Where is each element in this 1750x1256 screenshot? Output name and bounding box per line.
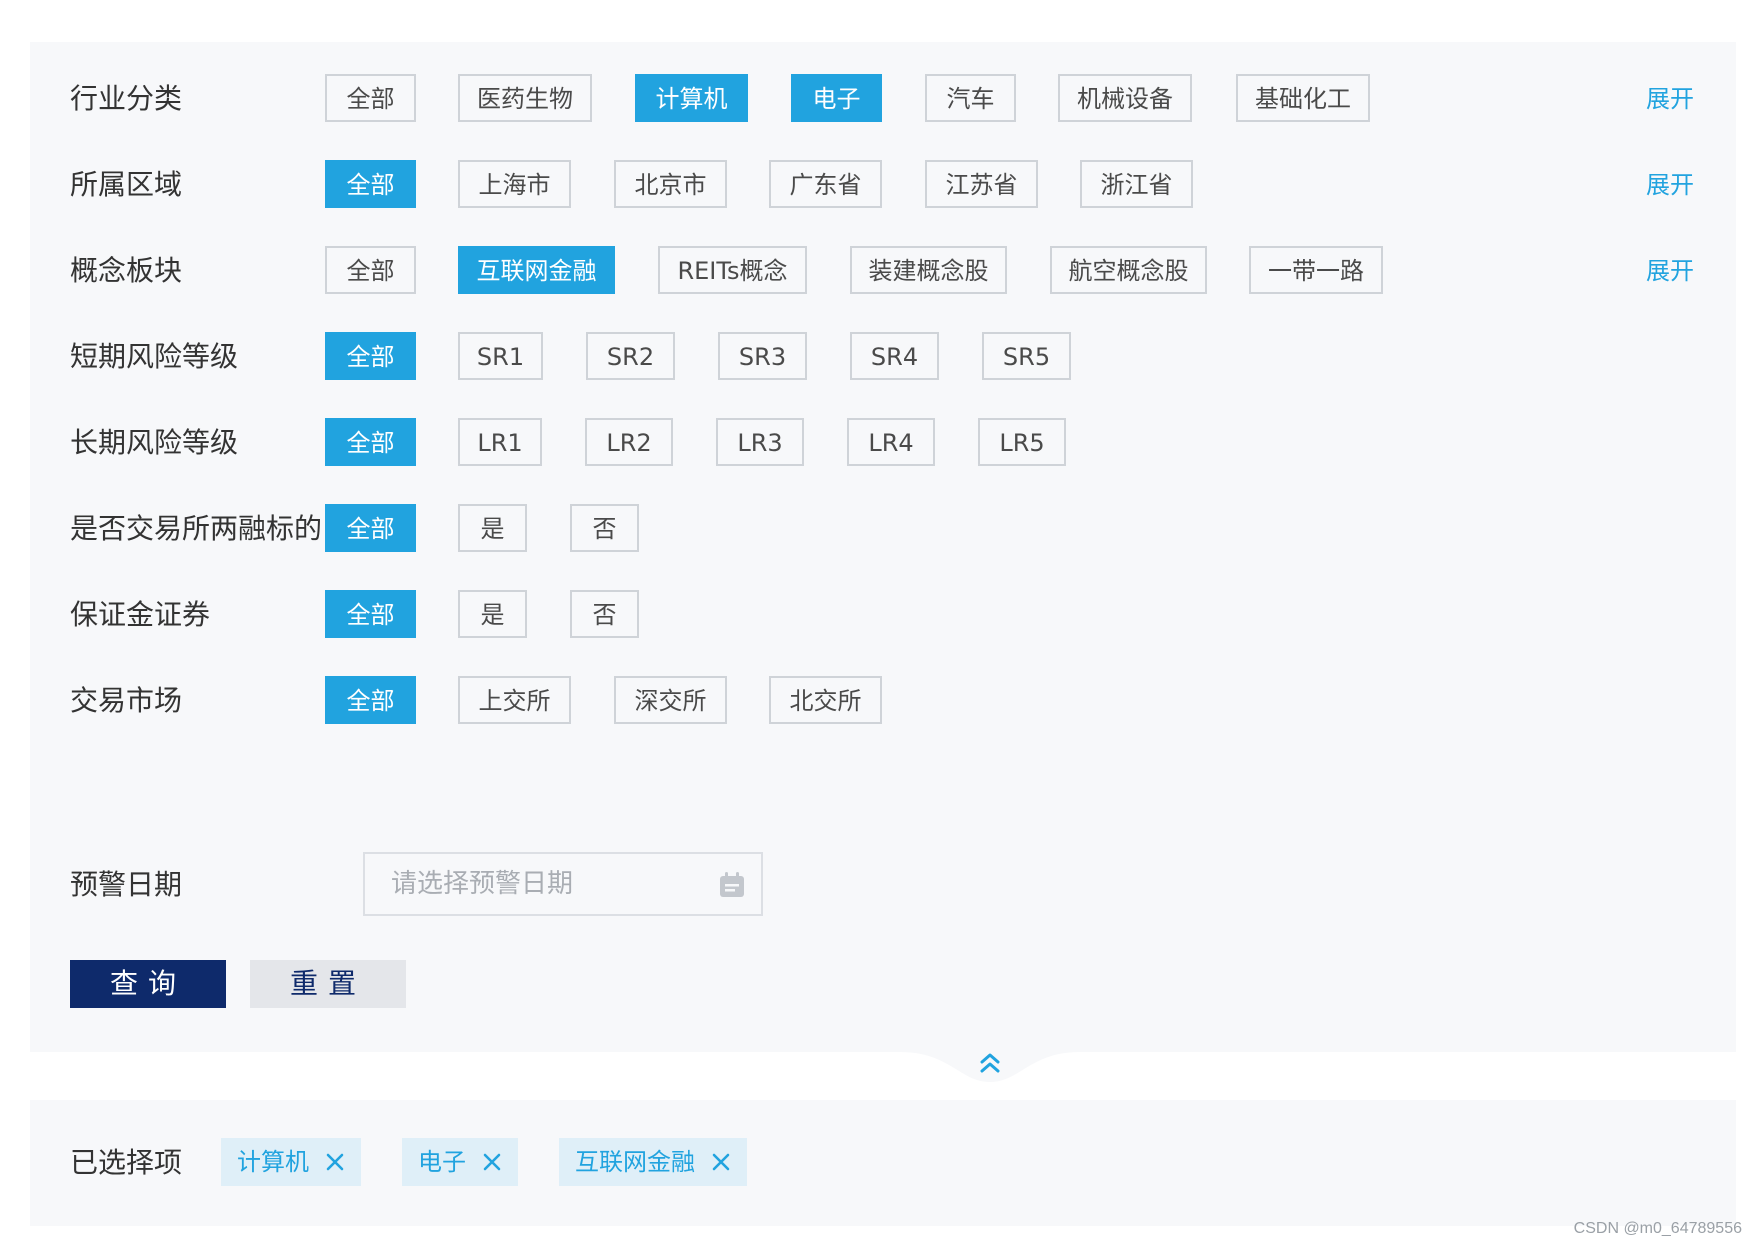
filter-row-alert-date: 预警日期	[30, 852, 1736, 918]
filter-label-long-risk: 长期风险等级	[70, 426, 239, 459]
expand-link-concept[interactable]: 展开	[1646, 246, 1694, 296]
chip-short-risk-sr3[interactable]: SR3	[718, 332, 807, 380]
chip-margin-target-no[interactable]: 否	[570, 504, 639, 552]
chip-concept-all[interactable]: 全部	[325, 246, 416, 294]
selected-tag-label: 计算机	[237, 1148, 309, 1176]
chip-industry-auto[interactable]: 汽车	[925, 74, 1016, 122]
chip-short-risk-sr1[interactable]: SR1	[458, 332, 543, 380]
alert-date-input[interactable]	[365, 854, 705, 914]
chip-long-risk-lr1[interactable]: LR1	[458, 418, 542, 466]
chip-industry-computer[interactable]: 计算机	[635, 74, 748, 122]
chip-industry-pharma[interactable]: 医药生物	[458, 74, 592, 122]
filter-row-short-risk: 短期风险等级 全部 SR1 SR2 SR3 SR4 SR5	[30, 332, 1736, 382]
chip-region-zhejiang[interactable]: 浙江省	[1080, 160, 1193, 208]
filter-label-collateral: 保证金证券	[70, 598, 211, 631]
chip-region-shanghai[interactable]: 上海市	[458, 160, 571, 208]
filter-row-industry: 行业分类 全部 医药生物 计算机 电子 汽车 机械设备 基础化工 展开	[30, 74, 1736, 124]
watermark: CSDN @m0_64789556	[1573, 1220, 1742, 1237]
chip-market-sse[interactable]: 上交所	[458, 676, 571, 724]
close-icon[interactable]	[482, 1152, 502, 1172]
chip-short-risk-sr5[interactable]: SR5	[982, 332, 1071, 380]
chip-market-szse[interactable]: 深交所	[614, 676, 727, 724]
close-icon[interactable]	[325, 1152, 345, 1172]
selected-tag-label: 电子	[418, 1148, 466, 1176]
chip-collateral-all[interactable]: 全部	[325, 590, 416, 638]
filter-row-margin-target: 是否交易所两融标的 全部 是 否	[30, 504, 1736, 554]
expand-link-industry[interactable]: 展开	[1646, 74, 1694, 124]
chip-collateral-yes[interactable]: 是	[458, 590, 527, 638]
selected-tag-label: 互联网金融	[575, 1148, 695, 1176]
chip-region-all[interactable]: 全部	[325, 160, 416, 208]
filter-row-collateral: 保证金证券 全部 是 否	[30, 590, 1736, 640]
chip-margin-target-all[interactable]: 全部	[325, 504, 416, 552]
chip-region-beijing[interactable]: 北京市	[614, 160, 727, 208]
chip-market-all[interactable]: 全部	[325, 676, 416, 724]
calendar-icon[interactable]	[717, 870, 747, 900]
filter-label-concept: 概念板块	[70, 254, 183, 287]
alert-date-picker[interactable]	[363, 852, 763, 916]
filter-label-region: 所属区域	[70, 168, 183, 201]
chip-short-risk-all[interactable]: 全部	[325, 332, 416, 380]
query-button[interactable]: 查询	[70, 960, 226, 1008]
chip-long-risk-lr5[interactable]: LR5	[978, 418, 1066, 466]
reset-button[interactable]: 重置	[250, 960, 406, 1008]
selected-tag-internet-finance: 互联网金融	[559, 1138, 747, 1186]
expand-link-region[interactable]: 展开	[1646, 160, 1694, 210]
filter-label-margin-target: 是否交易所两融标的	[70, 512, 323, 545]
selected-tag-electronics: 电子	[402, 1138, 518, 1186]
filter-label-alert-date: 预警日期	[70, 868, 183, 901]
filter-row-concept: 概念板块 全部 互联网金融 REITs概念 装建概念股 航空概念股 一带一路 展…	[30, 246, 1736, 296]
chip-industry-all[interactable]: 全部	[325, 74, 416, 122]
chip-concept-aviation[interactable]: 航空概念股	[1050, 246, 1207, 294]
chip-long-risk-lr4[interactable]: LR4	[847, 418, 935, 466]
filter-row-market: 交易市场 全部 上交所 深交所 北交所	[30, 676, 1736, 726]
chip-margin-target-yes[interactable]: 是	[458, 504, 527, 552]
chip-industry-chemicals[interactable]: 基础化工	[1236, 74, 1370, 122]
filter-label-market: 交易市场	[70, 684, 183, 717]
filter-row-long-risk: 长期风险等级 全部 LR1 LR2 LR3 LR4 LR5	[30, 418, 1736, 468]
chip-collateral-no[interactable]: 否	[570, 590, 639, 638]
chip-concept-belt-road[interactable]: 一带一路	[1249, 246, 1383, 294]
chip-concept-construction[interactable]: 装建概念股	[850, 246, 1007, 294]
collapse-toggle[interactable]	[900, 1052, 1080, 1088]
chip-industry-electronics[interactable]: 电子	[791, 74, 882, 122]
chip-concept-reits[interactable]: REITs概念	[658, 246, 807, 294]
chip-region-jiangsu[interactable]: 江苏省	[925, 160, 1038, 208]
chip-industry-machinery[interactable]: 机械设备	[1058, 74, 1192, 122]
filter-row-region: 所属区域 全部 上海市 北京市 广东省 江苏省 浙江省 展开	[30, 160, 1736, 210]
close-icon[interactable]	[711, 1152, 731, 1172]
chip-long-risk-all[interactable]: 全部	[325, 418, 416, 466]
chip-region-guangdong[interactable]: 广东省	[769, 160, 882, 208]
chip-concept-internet-finance[interactable]: 互联网金融	[458, 246, 615, 294]
filter-label-industry: 行业分类	[70, 82, 183, 115]
filter-panel: 行业分类 全部 医药生物 计算机 电子 汽车 机械设备 基础化工 展开 所属区域…	[30, 42, 1736, 1052]
chip-market-bse[interactable]: 北交所	[769, 676, 882, 724]
chip-long-risk-lr2[interactable]: LR2	[585, 418, 673, 466]
chip-short-risk-sr2[interactable]: SR2	[586, 332, 675, 380]
chip-short-risk-sr4[interactable]: SR4	[850, 332, 939, 380]
selected-items-panel: 已选择项 计算机 电子 互联网金融	[30, 1100, 1736, 1226]
selected-tag-computer: 计算机	[221, 1138, 361, 1186]
filter-label-short-risk: 短期风险等级	[70, 340, 239, 373]
selected-items-label: 已选择项	[70, 1146, 183, 1179]
chip-long-risk-lr3[interactable]: LR3	[716, 418, 804, 466]
